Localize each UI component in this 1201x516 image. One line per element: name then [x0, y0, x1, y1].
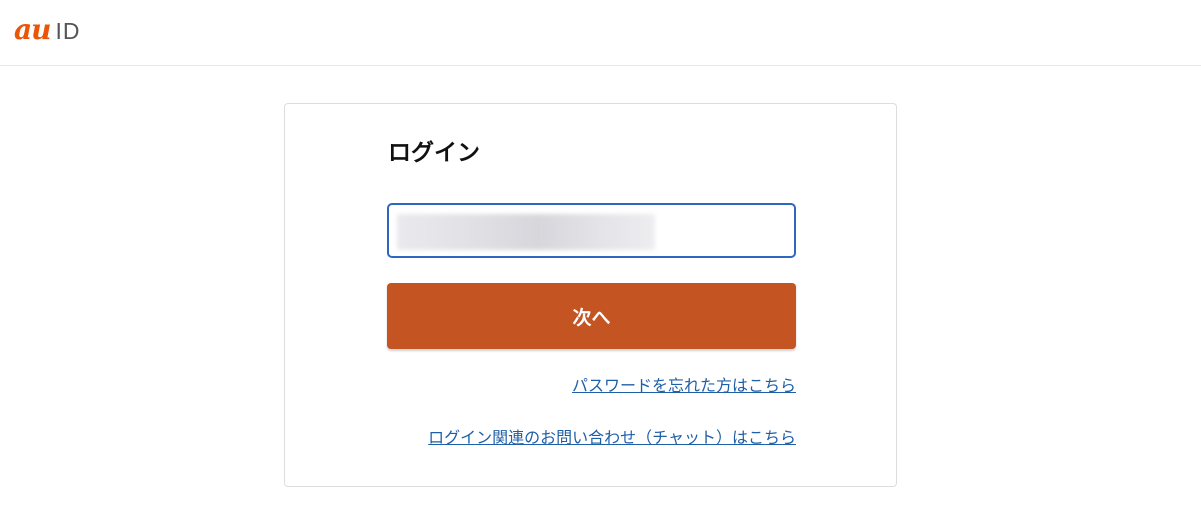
login-card: ログイン 次へ パスワードを忘れた方はこちら ログイン関連のお問い合わせ（チャッ…	[284, 103, 897, 487]
forgot-password-link[interactable]: パスワードを忘れた方はこちら	[572, 376, 796, 396]
next-button[interactable]: 次へ	[387, 283, 796, 349]
logo-id-text: ID	[55, 18, 81, 44]
au-id-input[interactable]	[387, 203, 796, 258]
page-title: ログイン	[388, 140, 480, 166]
au-id-logo[interactable]: au ID	[14, 13, 81, 46]
site-header: au ID	[0, 0, 1201, 66]
chat-inquiry-link[interactable]: ログイン関連のお問い合わせ（チャット）はこちら	[428, 428, 796, 448]
logo-au-mark: au	[14, 13, 51, 46]
